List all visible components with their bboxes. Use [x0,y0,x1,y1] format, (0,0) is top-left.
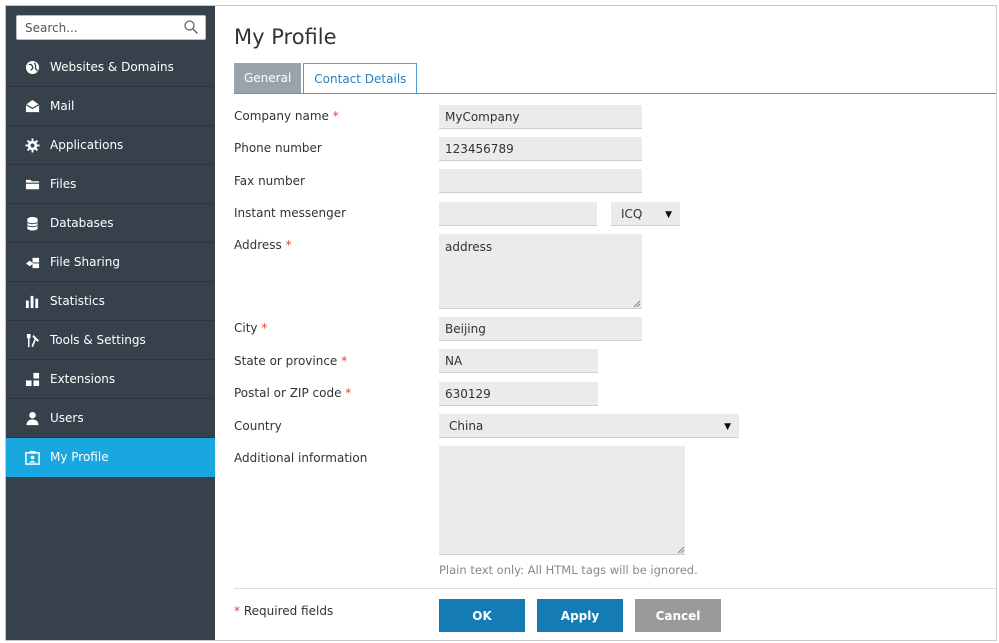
country-label: Country [234,419,282,433]
sidebar-item-label: Statistics [50,294,105,308]
company-name-input[interactable] [439,105,642,129]
app-window: Websites & Domains Mail Applications Fil… [5,5,997,641]
bar-chart-icon [24,293,40,309]
search-input[interactable] [17,16,177,39]
country-value: China [449,418,484,433]
extensions-icon [24,371,40,387]
folder-icon [24,176,40,192]
required-marker: * [234,604,240,618]
required-marker: * [261,321,268,335]
sidebar-item-label: Applications [50,138,124,152]
ok-button[interactable]: OK [439,599,525,632]
sidebar-item-mail[interactable]: Mail [6,87,215,126]
state-label: State or province * [234,354,347,368]
fax-input[interactable] [439,169,642,193]
sidebar-item-statistics[interactable]: Statistics [6,282,215,321]
sidebar-item-label: Mail [50,99,75,113]
required-fields-text: Required fields [243,604,334,618]
database-icon [24,215,40,231]
postal-label: Postal or ZIP code * [234,386,351,400]
tab-underline [234,93,996,94]
sidebar-item-databases[interactable]: Databases [6,204,215,243]
messenger-type-select[interactable]: ICQ ▼ [611,202,680,226]
messenger-type-value: ICQ [621,206,643,221]
company-name-label: Company name * [234,109,339,123]
sidebar-item-my-profile[interactable]: My Profile [6,438,215,477]
resize-grip-icon[interactable] [677,546,685,554]
tab-general[interactable]: General [234,63,302,93]
city-label: City * [234,321,267,335]
sidebar-item-websites-domains[interactable]: Websites & Domains [6,48,215,87]
required-marker: * [332,109,339,123]
address-label-text: Address [234,238,282,252]
search-icon[interactable] [183,19,199,35]
sidebar-item-extensions[interactable]: Extensions [6,360,215,399]
required-fields-note: * Required fields [234,604,333,618]
city-label-text: City [234,321,258,335]
sidebar-item-label: My Profile [50,450,109,464]
messenger-label: Instant messenger [234,206,347,220]
sidebar-item-label: File Sharing [50,255,120,269]
state-input[interactable] [439,349,598,373]
required-marker: * [285,238,292,252]
sidebar-item-label: Files [50,177,77,191]
resize-grip-icon[interactable] [633,300,641,308]
user-icon [24,410,40,426]
sidebar-item-file-sharing[interactable]: File Sharing [6,243,215,282]
sidebar-item-label: Extensions [50,372,116,386]
address-textarea[interactable]: address [439,234,642,309]
address-label: Address * [234,238,292,252]
fax-label: Fax number [234,174,305,188]
city-input[interactable] [439,317,642,341]
sidebar-item-label: Websites & Domains [50,60,174,74]
postal-label-text: Postal or ZIP code [234,386,342,400]
search-box [16,15,206,40]
additional-info-label: Additional information [234,451,368,465]
form-divider [234,588,996,589]
additional-info-textarea[interactable] [439,446,685,555]
sidebar-item-label: Databases [50,216,114,230]
tab-bar: General Contact Details [234,63,419,94]
company-name-label-text: Company name [234,109,329,123]
tools-icon [24,332,40,348]
sidebar-item-label: Users [50,411,84,425]
globe-icon [24,59,40,75]
sidebar-item-label: Tools & Settings [50,333,146,347]
required-marker: * [345,386,352,400]
postal-input[interactable] [439,382,598,406]
gear-icon [24,137,40,153]
sidebar-item-tools-settings[interactable]: Tools & Settings [6,321,215,360]
additional-info-hint: Plain text only: All HTML tags will be i… [439,563,698,577]
chevron-down-icon: ▼ [665,210,672,220]
profile-card-icon [24,449,40,465]
messenger-input[interactable] [439,202,597,226]
sidebar-item-applications[interactable]: Applications [6,126,215,165]
required-marker: * [341,354,348,368]
sidebar-item-files[interactable]: Files [6,165,215,204]
phone-input[interactable] [439,137,642,161]
main-content: My Profile General Contact Details Compa… [215,6,996,640]
mail-icon [24,98,40,114]
sidebar-nav: Websites & Domains Mail Applications Fil… [6,48,215,477]
phone-label: Phone number [234,141,322,155]
apply-button[interactable]: Apply [537,599,623,632]
state-label-text: State or province [234,354,338,368]
cancel-button[interactable]: Cancel [635,599,721,632]
sidebar-item-users[interactable]: Users [6,399,215,438]
file-sharing-icon [24,254,40,270]
chevron-down-icon: ▼ [724,422,731,432]
page-title: My Profile [234,25,337,49]
tab-contact-details[interactable]: Contact Details [303,63,418,94]
sidebar: Websites & Domains Mail Applications Fil… [6,6,215,640]
country-select[interactable]: China ▼ [439,414,739,438]
